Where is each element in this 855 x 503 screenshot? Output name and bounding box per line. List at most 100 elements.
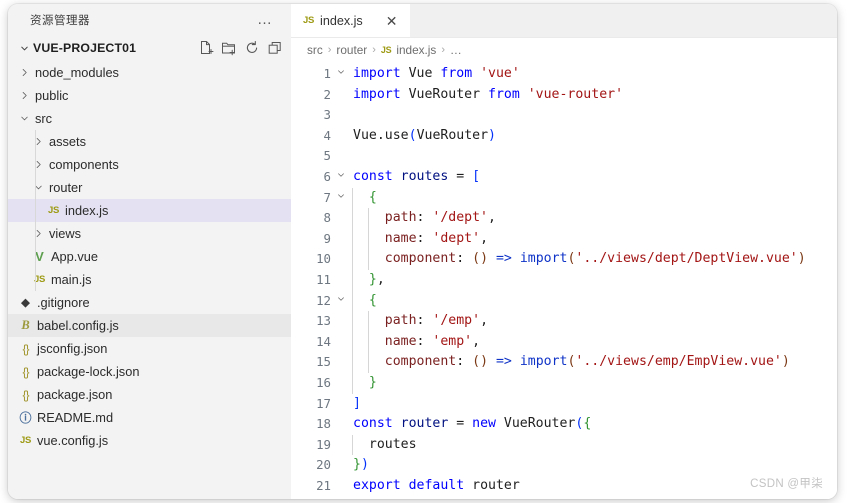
code-token: ] xyxy=(353,395,361,411)
code-line: 11 }, xyxy=(291,269,837,291)
code-line-text: { xyxy=(351,290,837,312)
chevron-right-icon[interactable] xyxy=(30,228,47,239)
chevron-down-icon[interactable] xyxy=(16,113,33,124)
code-indent-guide xyxy=(367,228,369,250)
code-token: : xyxy=(416,230,433,246)
explorer-more-actions-icon[interactable]: … xyxy=(253,12,277,27)
markdown-file-icon: ⓘ xyxy=(19,411,32,425)
code-indent-guide xyxy=(367,331,369,353)
refresh-icon[interactable] xyxy=(244,40,260,56)
code-line: 1 import Vue from 'vue' xyxy=(291,64,837,85)
tree-file-vue-config-js[interactable]: JS vue.config.js xyxy=(8,429,291,452)
tree-file-gitignore[interactable]: ◆ .gitignore xyxy=(8,291,291,314)
chevron-right-icon[interactable] xyxy=(30,136,47,147)
file-tree: node_modules public src assets components rou… xyxy=(8,60,291,499)
code-token: , xyxy=(472,333,481,349)
project-root-label: VUE-PROJECT01 xyxy=(33,41,137,55)
close-icon[interactable]: ✕ xyxy=(383,12,401,30)
code-token: component xyxy=(384,354,457,370)
explorer-header: 资源管理器 … xyxy=(8,4,291,36)
code-line-text: component: () => import('../views/emp/Em… xyxy=(351,352,837,373)
tree-folder-assets[interactable]: assets xyxy=(8,130,291,153)
fold-gutter-spacer xyxy=(331,311,351,314)
code-token: const xyxy=(353,168,393,184)
code-token: const xyxy=(353,416,393,432)
fold-chevron-down-icon[interactable] xyxy=(331,188,351,201)
tree-file-package-lock-json[interactable]: {} package-lock.json xyxy=(8,360,291,383)
chevron-down-icon[interactable] xyxy=(30,182,47,193)
fold-chevron-down-icon[interactable] xyxy=(331,167,351,180)
chevron-right-icon[interactable] xyxy=(30,159,47,170)
chevron-down-icon[interactable] xyxy=(16,43,33,54)
code-line: 14 name: 'emp', xyxy=(291,331,837,353)
code-token: default xyxy=(408,477,465,493)
code-token: , xyxy=(488,210,496,226)
breadcrumb-item[interactable]: … xyxy=(450,43,462,57)
code-line: 9 name: 'dept', xyxy=(291,228,837,250)
fold-gutter-spacer xyxy=(331,352,351,355)
fold-chevron-down-icon[interactable] xyxy=(331,291,351,304)
code-token: component xyxy=(384,251,457,267)
explorer-sidebar: 资源管理器 … VUE-PROJECT01 node_modules publi… xyxy=(8,4,291,499)
tree-file-index-js[interactable]: JS index.js xyxy=(8,199,291,222)
code-token: 'vue' xyxy=(480,66,520,81)
code-token: '../views/emp/EmpView.vue' xyxy=(575,354,782,370)
code-token: routes xyxy=(368,436,417,452)
code-token: ) xyxy=(488,127,496,143)
code-token: new xyxy=(472,416,496,432)
code-token: router xyxy=(400,416,449,432)
tree-folder-src[interactable]: src xyxy=(8,107,291,130)
tree-item-label: README.md xyxy=(37,410,114,425)
tree-file-package-json[interactable]: {} package.json xyxy=(8,383,291,406)
tree-folder-public[interactable]: public xyxy=(8,84,291,107)
code-indent-guide xyxy=(352,331,353,353)
code-token: router xyxy=(472,477,520,493)
chevron-right-icon[interactable] xyxy=(16,67,33,78)
fold-gutter-spacer xyxy=(331,229,351,232)
code-token: [ xyxy=(472,168,481,184)
new-folder-icon[interactable] xyxy=(221,40,237,56)
code-token: import xyxy=(353,66,401,81)
fold-gutter-spacer xyxy=(331,332,351,335)
collapse-all-icon[interactable] xyxy=(267,40,283,56)
tab-index-js[interactable]: JS index.js ✕ xyxy=(291,4,411,37)
breadcrumb-item[interactable]: index.js xyxy=(396,43,436,57)
tree-file-main-js[interactable]: JS main.js xyxy=(8,268,291,291)
tree-folder-node-modules[interactable]: node_modules xyxy=(8,61,291,84)
chevron-right-icon[interactable] xyxy=(16,90,33,101)
tree-folder-components[interactable]: components xyxy=(8,153,291,176)
code-line-text: }, xyxy=(351,269,837,291)
code-indent-guide xyxy=(352,228,353,250)
fold-chevron-down-icon[interactable] xyxy=(331,64,351,77)
code-token: ) xyxy=(480,251,489,267)
code-line-text: component: () => import('../views/dept/D… xyxy=(351,249,837,270)
line-number: 19 xyxy=(316,436,331,452)
code-line-text: Vue.use(VueRouter) xyxy=(351,126,837,147)
tree-folder-router[interactable]: router xyxy=(8,176,291,199)
project-root-row[interactable]: VUE-PROJECT01 xyxy=(8,36,291,60)
tree-file-babel-config-js[interactable]: Bbabel.config.js xyxy=(8,314,291,337)
new-file-icon[interactable] xyxy=(198,40,214,56)
code-line-text: }) xyxy=(351,455,837,476)
tree-folder-views[interactable]: views xyxy=(8,222,291,245)
tree-file-readme-md[interactable]: ⓘ README.md xyxy=(8,406,291,429)
code-token: } xyxy=(368,374,377,390)
code-indent-guide xyxy=(352,311,353,332)
tree-file-jsconfig-json[interactable]: {} jsconfig.json xyxy=(8,337,291,360)
code-line: 16 } xyxy=(291,372,837,394)
tree-item-label: .gitignore xyxy=(37,295,90,310)
breadcrumb-item[interactable]: router xyxy=(336,43,367,57)
line-number: 14 xyxy=(316,333,331,349)
tree-file-app-vue[interactable]: V App.vue xyxy=(8,245,291,268)
editor-tab-bar: JS index.js ✕ xyxy=(291,4,837,38)
breadcrumb-separator: › xyxy=(327,44,332,56)
code-editor-content[interactable]: 1 import Vue from 'vue' 2 import VueRouter … xyxy=(291,62,837,499)
breadcrumb-item[interactable]: src xyxy=(307,43,323,57)
